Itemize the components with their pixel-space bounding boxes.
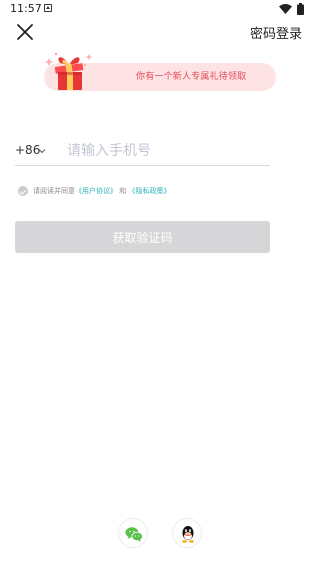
battery-icon xyxy=(297,3,304,15)
phone-number-input[interactable] xyxy=(67,139,267,163)
agreement-and: 和 xyxy=(119,187,127,195)
chevron-down-icon[interactable] xyxy=(38,148,46,154)
notification-icon xyxy=(44,4,52,12)
status-time: 11:57 xyxy=(10,2,42,15)
gift-box-icon xyxy=(44,52,92,90)
qq-login-button[interactable] xyxy=(172,518,202,548)
agreement-text: 请阅读并同意《用户协议》 和 《隐私政策》 xyxy=(33,186,170,196)
wechat-icon xyxy=(125,527,143,542)
qq-icon xyxy=(182,526,194,543)
wifi-icon xyxy=(279,4,292,14)
privacy-policy-link[interactable]: 《隐私政策》 xyxy=(128,187,170,195)
gift-banner-text: 你有一个新人专属礼待领取 xyxy=(136,72,247,82)
user-agreement-link[interactable]: 《用户协议》 xyxy=(75,187,117,195)
close-icon[interactable] xyxy=(15,22,35,42)
wechat-login-button[interactable] xyxy=(118,518,148,548)
agreement-checkbox[interactable] xyxy=(18,186,28,196)
country-code-selector[interactable]: +86 xyxy=(15,143,40,157)
phone-input-row: +86 xyxy=(15,138,270,166)
agreement-prefix: 请阅读并同意 xyxy=(33,187,75,195)
password-login-link[interactable]: 密码登录 xyxy=(250,23,302,42)
status-bar: 11:57 xyxy=(0,0,320,18)
get-code-button[interactable]: 获取验证码 xyxy=(15,221,270,253)
